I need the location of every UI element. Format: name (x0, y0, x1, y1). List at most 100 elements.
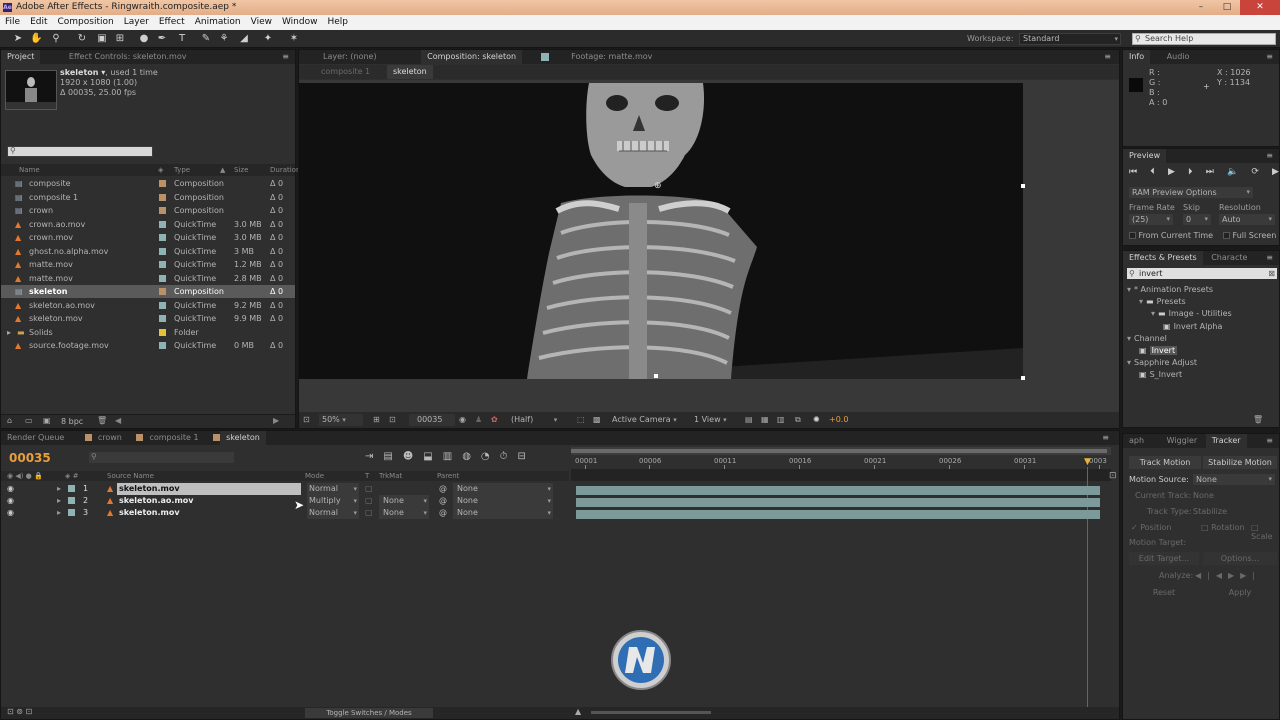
mute-audio-icon[interactable]: 🔈 (1227, 167, 1238, 179)
zoom-out-icon[interactable]: ▲ (575, 707, 581, 716)
tab-composition[interactable]: Composition: skeleton (421, 50, 523, 64)
layer-label-swatch[interactable] (68, 497, 75, 504)
effects-search-input[interactable]: ⚲ invert ⊠ (1127, 268, 1277, 279)
col-duration[interactable]: Duration (270, 164, 300, 176)
frame-handle[interactable] (1021, 184, 1025, 188)
label-color-swatch[interactable] (159, 301, 166, 309)
position-checkbox[interactable]: ✓ Position (1131, 523, 1171, 532)
camera-select[interactable]: Active Camera ▾ (609, 414, 685, 426)
panel-menu-icon[interactable]: ≡ (1104, 50, 1111, 64)
col-mode[interactable]: Mode (305, 471, 324, 481)
region-of-interest-icon[interactable]: ⬚ (577, 412, 585, 428)
tab-skeleton[interactable]: skeleton (220, 431, 266, 445)
subtab-skeleton[interactable]: skeleton (387, 65, 433, 79)
time-navigator-bar[interactable] (571, 449, 1107, 453)
col-parent[interactable]: Parent (437, 471, 459, 481)
tab-audio[interactable]: Audio (1161, 50, 1196, 64)
comp-mini-flowchart-icon[interactable]: ⇥ (365, 451, 373, 465)
col-trkmat[interactable]: TrkMat (379, 471, 402, 481)
label-color-swatch[interactable] (159, 234, 166, 241)
tab-effect-controls[interactable]: Effect Controls: skeleton.mov (63, 50, 193, 64)
tab-project[interactable]: Project (1, 50, 41, 64)
graph-editor-icon[interactable]: ◔ (481, 451, 490, 465)
eraser-icon[interactable]: ◢ (238, 33, 250, 45)
lock-icon[interactable]: ⊟ (517, 451, 525, 465)
brainstorm-icon[interactable]: ◍ (462, 451, 471, 465)
effects-tree-item[interactable]: ▣ Invert Alpha (1163, 320, 1277, 333)
project-item-row[interactable]: ▲ crown.ao.mov QuickTime 3.0 MB Δ 0 (1, 218, 295, 231)
parent-select[interactable]: None ▾ (453, 483, 553, 495)
resolution-select[interactable]: Auto ▾ (1219, 214, 1275, 225)
menu-view[interactable]: View (246, 15, 277, 30)
transparency-grid-icon[interactable]: ▩ (593, 412, 601, 428)
options-button[interactable]: Options... (1203, 552, 1277, 565)
label-column-icon[interactable]: ◈ (158, 164, 163, 176)
show-channel-icon[interactable]: ✿ (491, 412, 498, 428)
project-item-row[interactable]: ▲ crown.mov QuickTime 3.0 MB Δ 0 (1, 231, 295, 244)
tab-render-queue[interactable]: Render Queue (1, 431, 70, 445)
label-color-swatch[interactable] (159, 315, 166, 322)
current-track-value[interactable]: None (1193, 491, 1214, 500)
skip-select[interactable]: 0 ▾ (1183, 214, 1211, 225)
timeline-layer-row[interactable]: ◉ ▸ 3 ▲ skeleton.mov Normal ▾ ▢ None ▾ @ None ▾ (1, 507, 569, 519)
comp-button-icon[interactable]: ⊡ (1109, 471, 1117, 481)
label-color-swatch[interactable] (159, 180, 166, 187)
menu-help[interactable]: Help (322, 15, 353, 30)
timeline-icon[interactable]: ▥ (777, 412, 785, 428)
project-item-row[interactable]: ▲ skeleton.mov QuickTime 9.9 MB Δ 0 (1, 312, 295, 325)
effects-tree-item[interactable]: ▾ ▬ Image - Utilities (1151, 307, 1277, 320)
effects-tree-item[interactable]: ▾ ▬ Presets (1139, 295, 1277, 308)
project-item-row[interactable]: ▤ crown Composition Δ 0 (1, 204, 295, 217)
expand-arrow-icon[interactable]: ▾ (1127, 334, 1131, 343)
roto-brush-icon[interactable]: ✦ (262, 33, 274, 45)
exposure-icon[interactable]: ✺ (813, 412, 820, 428)
frame-rate-select[interactable]: (25) ▾ (1129, 214, 1173, 225)
preserve-transparency-checkbox[interactable]: ▢ (365, 507, 373, 519)
label-color-swatch[interactable] (159, 342, 166, 349)
resolution-select[interactable]: (Half) ▾ (507, 414, 567, 426)
col-source-name[interactable]: Source Name (107, 471, 154, 481)
previous-frame-icon[interactable]: ⏴ (1150, 167, 1155, 179)
viewer-canvas[interactable]: ⊕ (299, 80, 1119, 414)
expand-arrow-icon[interactable]: ▾ (1127, 358, 1131, 367)
time-ruler[interactable]: 00001 00006 00011 00016 00021 00026 00031 0003 (571, 455, 1111, 469)
project-search-input[interactable]: ⚲ (7, 146, 153, 157)
tab-footage[interactable]: Footage: matte.mov (565, 50, 658, 64)
full-screen-checkbox[interactable]: Full Screen (1223, 231, 1276, 240)
panel-menu-icon[interactable]: ≡ (1266, 50, 1273, 64)
blend-mode-select[interactable]: Normal ▾ (307, 507, 359, 519)
ellipse-tool-icon[interactable]: ● (138, 33, 150, 45)
col-t[interactable]: T (365, 471, 369, 481)
project-item-row[interactable]: ▲ matte.mov QuickTime 2.8 MB Δ 0 (1, 272, 295, 285)
label-color-swatch[interactable] (159, 220, 166, 228)
layer-1-duration-bar[interactable] (576, 486, 1100, 495)
effects-tree-item[interactable]: ▾ * Animation Presets (1127, 283, 1277, 296)
camera-tool-icon[interactable]: ▣ (96, 33, 108, 45)
expand-arrow-icon[interactable]: ▸ (57, 495, 61, 507)
timeline-layer-row[interactable]: ◉ ▸ 1 ▲ skeleton.mov Normal ▾ ▢ @ None ▾ (1, 483, 569, 495)
fast-previews-icon[interactable]: ▦ (761, 412, 769, 428)
work-area-bar[interactable] (571, 469, 1111, 481)
project-item-row[interactable]: ▲ skeleton.ao.mov QuickTime 9.2 MB Δ 0 (1, 299, 295, 312)
new-composition-icon[interactable]: ▣ (43, 416, 51, 425)
rotation-checkbox[interactable]: □ Rotation (1201, 523, 1245, 532)
label-color-swatch[interactable] (159, 261, 166, 268)
tab-effects-presets[interactable]: Effects & Presets (1123, 251, 1203, 265)
timeline-current-time[interactable]: 00035 (9, 451, 51, 465)
subtab-composite-1[interactable]: composite 1 (321, 65, 370, 79)
label-color-swatch[interactable] (159, 193, 166, 201)
menu-file[interactable]: File (0, 15, 25, 30)
menu-composition[interactable]: Composition (53, 15, 119, 30)
layer-name[interactable]: skeleton.ao.mov (117, 495, 301, 507)
pan-behind-icon[interactable]: ⊞ (114, 33, 126, 45)
panel-menu-icon[interactable]: ≡ (1266, 251, 1273, 265)
anchor-point-icon[interactable]: ⊕ (654, 181, 662, 191)
pick-whip-icon[interactable]: @ (439, 495, 447, 507)
label-color-swatch[interactable] (159, 288, 166, 295)
panel-menu-icon[interactable]: ≡ (1266, 434, 1273, 448)
tab-info[interactable]: Info (1123, 50, 1151, 64)
layer-switches-icon[interactable]: ⊡ ⊚ ⊡ (7, 707, 32, 716)
search-help-input[interactable]: ⚲ Search Help (1132, 33, 1276, 45)
project-item-row[interactable]: ▤ skeleton Composition Δ 0 (1, 285, 295, 298)
visibility-eye-icon[interactable]: ◉ (7, 507, 14, 519)
